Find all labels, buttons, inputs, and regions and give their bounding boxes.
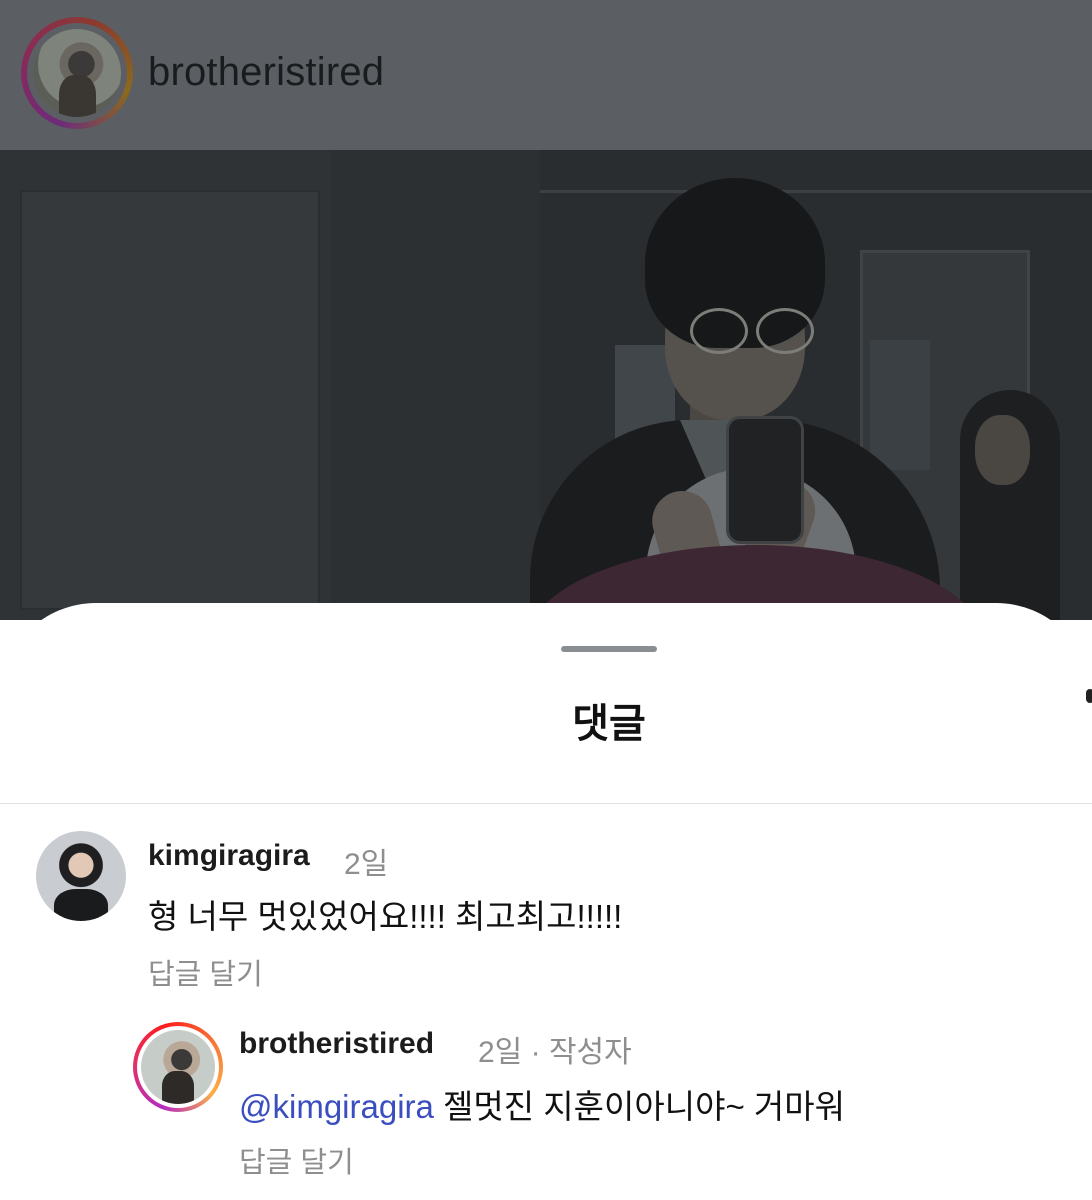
mention-link[interactable]: @kimgiragira [239, 1088, 434, 1125]
sheet-divider [0, 803, 1092, 804]
photo-subject-phone [726, 416, 804, 544]
photo-bg-ceiling [540, 190, 1092, 193]
avatar-gap [137, 1026, 219, 1108]
edge-marker-icon [1086, 689, 1092, 703]
photo-bg-column [330, 150, 540, 620]
comment-timestamp: 2일 [344, 848, 389, 881]
reply-text-body: 젤멋진 지훈이아니야~ 거마워 [433, 1088, 845, 1125]
sheet-drag-handle[interactable] [561, 646, 657, 652]
comment-text: 형 너무 멋있었어요!!!! 최고최고!!!!! [148, 898, 623, 935]
reply-author-avatar[interactable] [133, 1022, 223, 1112]
reply-meta: 2일 · 작성자 [478, 1027, 632, 1071]
reply-timestamp: 2일 [478, 1036, 523, 1069]
photo-subject-glasses-right [756, 308, 814, 354]
photo-subject-glasses-left [690, 308, 748, 354]
post-photo[interactable] [0, 150, 1092, 620]
author-tag: · 작성자 [522, 1036, 632, 1069]
comment-username[interactable]: kimgiragira [148, 839, 310, 873]
post-header: brotheristired [0, 0, 1092, 150]
reply-button[interactable]: 답글 달기 [239, 1139, 354, 1181]
screen: brotheristired 댓글 kimgiragira 2일 형 너무 멋있… [0, 0, 1092, 1200]
photo-bg-wall [0, 150, 330, 620]
photo-bg-mirror [870, 340, 930, 470]
commenter-avatar[interactable] [36, 831, 126, 921]
avatar-image [141, 1030, 215, 1104]
photo-bg-person-face [975, 415, 1030, 485]
post-author-avatar[interactable] [21, 17, 133, 129]
reply-username[interactable]: brotheristired [239, 1027, 434, 1061]
photo-bg-panel [20, 190, 320, 610]
comments-sheet: 댓글 kimgiragira 2일 형 너무 멋있었어요!!!! 최고최고!!!… [0, 603, 1092, 1200]
reply-button[interactable]: 답글 달기 [148, 951, 263, 993]
post-author-username[interactable]: brotheristired [148, 50, 384, 95]
reply-text: @kimgiragira 젤멋진 지훈이아니야~ 거마워 [239, 1080, 845, 1128]
avatar-image [33, 29, 121, 117]
sheet-title: 댓글 [572, 702, 646, 746]
avatar-gap [27, 23, 127, 123]
